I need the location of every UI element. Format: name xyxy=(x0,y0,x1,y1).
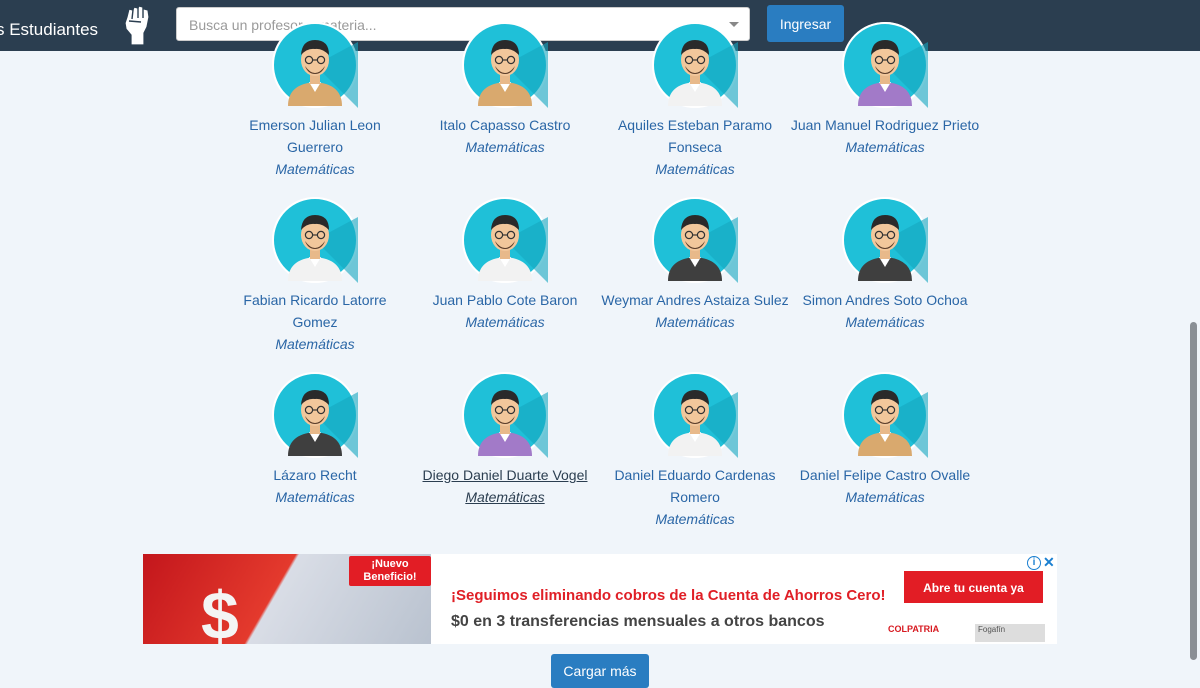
scrollbar-thumb[interactable] xyxy=(1190,322,1197,660)
ad-close-icon[interactable]: ✕ xyxy=(1043,554,1055,571)
ad-subline[interactable]: $0 en 3 transferencias mensuales a otros… xyxy=(451,613,825,631)
scrollbar[interactable] xyxy=(1186,51,1200,680)
teacher-avatar[interactable] xyxy=(652,372,738,458)
teacher-card[interactable]: Diego Daniel Duarte Vogel Matemáticas xyxy=(410,0,600,540)
teacher-subject[interactable]: Matemáticas xyxy=(790,486,980,508)
teacher-info[interactable]: Daniel Felipe Castro Ovalle Matemáticas xyxy=(790,464,980,508)
teacher-avatar[interactable] xyxy=(462,372,548,458)
teacher-name[interactable]: Daniel Eduardo Cardenas Romero xyxy=(614,467,775,505)
ad-image[interactable]: $ ¡Nuevo Beneficio! xyxy=(143,554,431,644)
teacher-card[interactable]: Daniel Eduardo Cardenas Romero Matemática… xyxy=(600,0,790,540)
teacher-name[interactable]: Daniel Felipe Castro Ovalle xyxy=(800,467,970,483)
ad-info-icon[interactable]: i xyxy=(1027,556,1041,570)
load-more-button[interactable]: Cargar más xyxy=(551,654,649,688)
teacher-avatar[interactable] xyxy=(272,372,358,458)
ad-brand-logo: COLPATRIA xyxy=(888,624,940,634)
ad-tag: ¡Nuevo Beneficio! xyxy=(349,556,431,586)
brand-name[interactable]: s Estudiantes xyxy=(0,20,98,40)
ad-headline[interactable]: ¡Seguimos eliminando cobros de la Cuenta… xyxy=(451,587,886,604)
teacher-name[interactable]: Diego Daniel Duarte Vogel xyxy=(423,467,588,483)
teacher-info[interactable]: Lázaro Recht Matemáticas xyxy=(220,464,410,508)
ad-dollar-graphic: $ xyxy=(201,578,239,644)
teacher-subject[interactable]: Matemáticas xyxy=(220,486,410,508)
advertisement-banner[interactable]: $ ¡Nuevo Beneficio! ¡Seguimos eliminando… xyxy=(143,554,1057,644)
teacher-grid: Emerson Julian Leon Guerrero Matemáticas I… xyxy=(220,0,980,540)
teacher-card[interactable]: Daniel Felipe Castro Ovalle Matemáticas xyxy=(790,0,980,540)
teacher-info[interactable]: Diego Daniel Duarte Vogel Matemáticas xyxy=(410,464,600,508)
ad-cta-button[interactable]: Abre tu cuenta ya xyxy=(904,571,1043,603)
ad-fogafin-logo: Fogafín xyxy=(975,624,1045,642)
teacher-subject[interactable]: Matemáticas xyxy=(600,508,790,530)
teacher-info[interactable]: Daniel Eduardo Cardenas Romero Matemática… xyxy=(600,464,790,530)
raised-fist-logo-icon[interactable] xyxy=(119,3,155,47)
teacher-name[interactable]: Lázaro Recht xyxy=(273,467,356,483)
teacher-subject[interactable]: Matemáticas xyxy=(410,486,600,508)
teacher-avatar[interactable] xyxy=(842,372,928,458)
teacher-card[interactable]: Lázaro Recht Matemáticas xyxy=(220,0,410,540)
